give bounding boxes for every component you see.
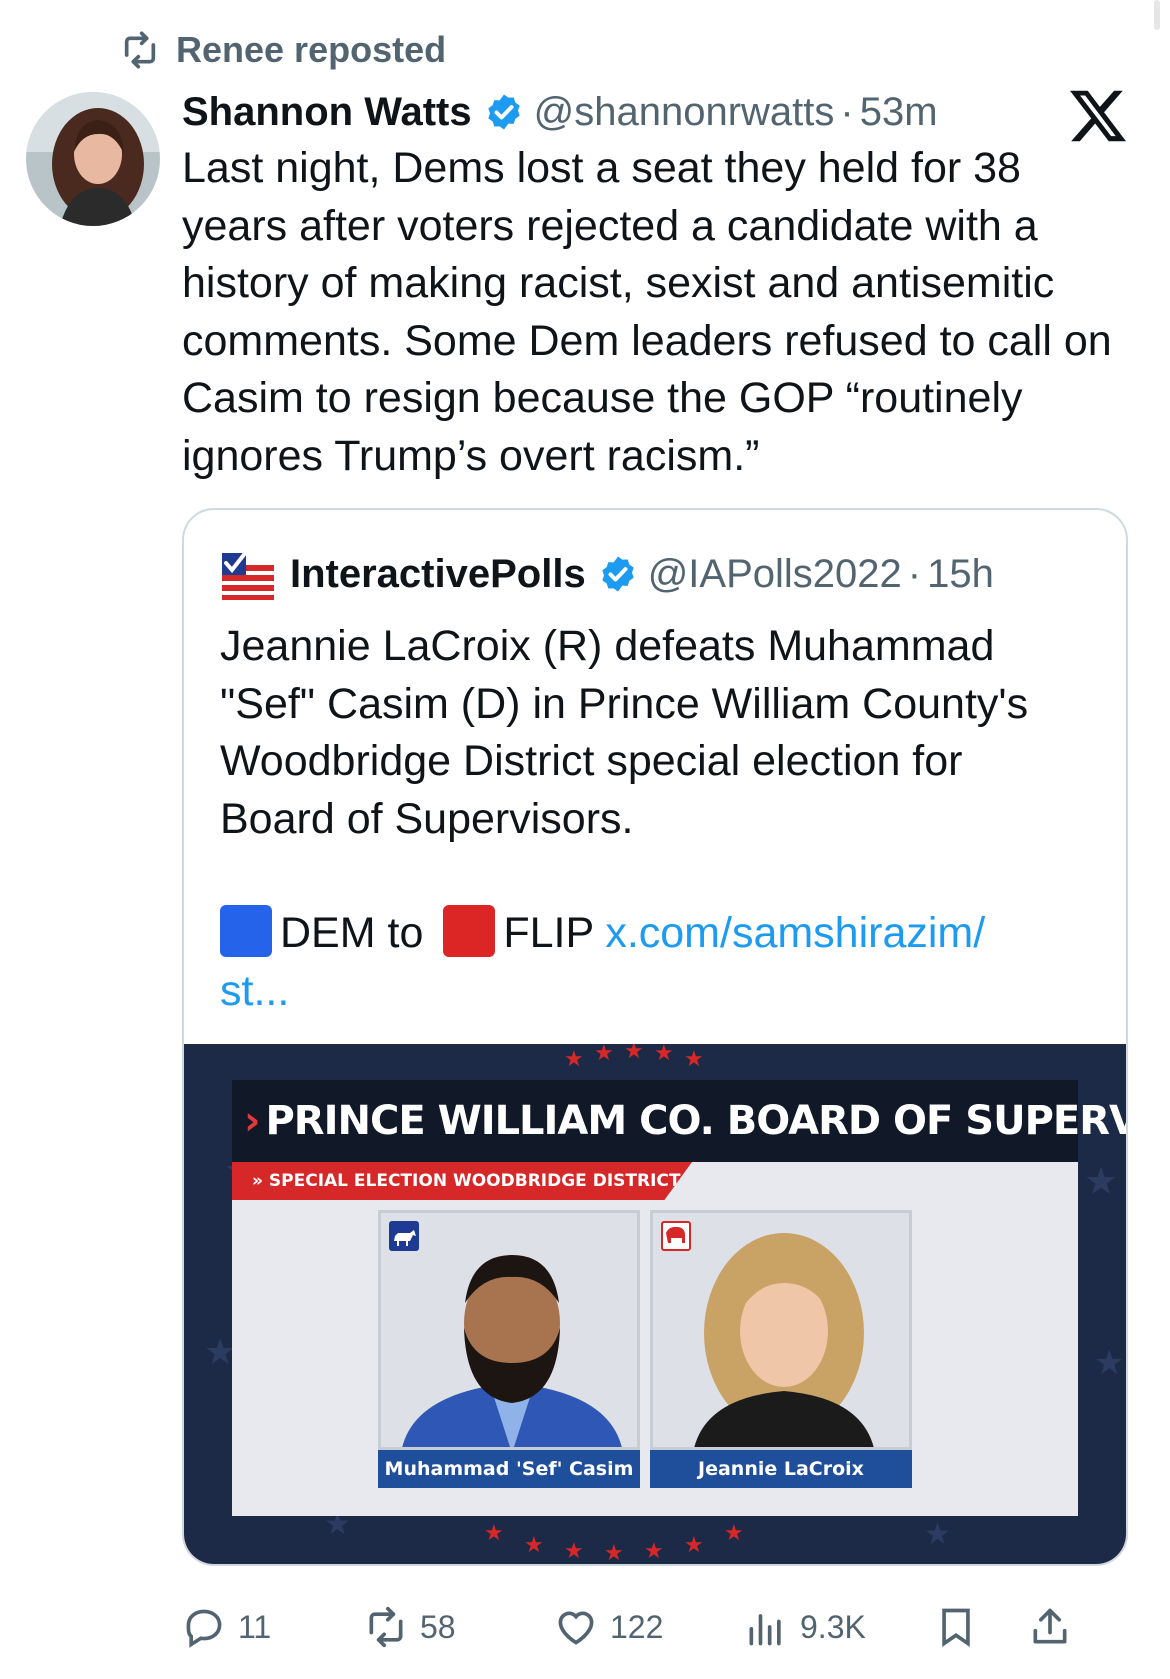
panel-subtitle: » SPECIAL ELECTION WOODBRIDGE DISTRICT [232,1162,692,1200]
candidate-name-left: Muhammad 'Sef' Casim [378,1450,640,1488]
share-button[interactable] [1028,1602,1072,1652]
svg-text:★: ★ [684,1046,704,1071]
quote-link[interactable]: x.com/samshirazim/ [605,909,985,957]
quote-link-cont[interactable]: st... [220,963,1080,1021]
verified-badge-icon [487,94,520,130]
reply-count: 11 [238,1608,272,1645]
svg-text:★: ★ [564,1538,584,1563]
quote-author-name[interactable]: InteractivePolls [290,552,586,597]
heart-icon [558,1611,594,1645]
repost-label: Renee reposted [176,29,447,70]
flip-text: FLIP [503,909,594,957]
candidate-name-right: Jeannie LaCroix [650,1450,912,1488]
candidate-photo-right [650,1210,912,1450]
red-square-icon [443,905,496,957]
separator-dot: · [907,551,922,596]
svg-text:★: ★ [594,1044,614,1065]
svg-text:★: ★ [604,1540,624,1565]
tweet-header: Shannon Watts @shannonrwatts · 53m [182,84,938,140]
views-count: 9.3K [800,1608,866,1645]
tweet-text: Last night, Dems lost a seat they held f… [182,144,1112,480]
quote-author-handle[interactable]: @IAPolls2022 [648,552,902,597]
scrollbar[interactable] [1154,0,1160,30]
election-panel: ›PRINCE WILLIAM CO. BOARD OF SUPERVISOR … [232,1080,1126,1516]
reply-button[interactable]: 11 [182,1602,271,1652]
reply-icon [186,1609,222,1648]
panel-title: ›PRINCE WILLIAM CO. BOARD OF SUPERVISOR [232,1080,1126,1162]
repost-icon [124,31,156,69]
svg-text:★: ★ [654,1044,674,1065]
quote-text-block: Jeannie LaCroix (R) defeats Muhammad "Se… [220,618,1080,1020]
flip-dem-text: DEM to [280,909,424,957]
bookmark-icon [942,1608,970,1647]
svg-text:★: ★ [924,1518,951,1551]
repost-button[interactable]: 58 [364,1602,456,1652]
repost-context: Renee reposted [118,28,446,72]
like-count: 122 [610,1608,664,1645]
quote-time[interactable]: 15h [927,552,994,597]
svg-text:★: ★ [624,1044,644,1063]
blue-square-icon [220,905,272,957]
bookmark-button[interactable] [934,1602,978,1652]
action-bar: 11 58 122 9.3K [182,1602,1082,1652]
svg-text:★: ★ [1084,1161,1118,1203]
quote-tweet[interactable]: InteractivePolls @IAPolls2022 · 15h Jean… [182,508,1128,1566]
flag-checkbox-icon [222,550,274,600]
verified-badge-icon [602,556,634,592]
author-handle[interactable]: @shannonrwatts [534,90,835,135]
separator-dot: · [840,89,854,134]
views-chart-icon [749,1614,781,1646]
svg-text:★: ★ [564,1046,584,1071]
repost-count: 58 [420,1608,456,1645]
share-icon [1033,1608,1067,1644]
flip-line: DEM to FLIP x.com/samshirazim/ [220,905,1080,963]
quote-text: Jeannie LaCroix (R) defeats Muhammad "Se… [220,622,1029,843]
views-button[interactable]: 9.3K [744,1602,866,1652]
x-logo-icon [1070,90,1126,142]
svg-text:★: ★ [524,1532,544,1557]
repost-icon [369,1606,403,1648]
author-name[interactable]: Shannon Watts [182,90,472,135]
svg-text:★: ★ [1094,1344,1124,1382]
republican-elephant-icon [661,1221,691,1251]
democrat-donkey-icon [389,1221,419,1251]
tweet-time[interactable]: 53m [860,90,938,135]
media-image[interactable]: ★★ ★★ ★★ ★★★★★ ★★★★★★★ ›PRINCE WILLIAM C… [184,1044,1126,1565]
avatar[interactable] [26,92,160,226]
quote-header: InteractivePolls @IAPolls2022 · 15h [218,548,994,600]
like-button[interactable]: 122 [554,1602,663,1652]
svg-text:★: ★ [684,1532,704,1557]
candidate-photo-left [378,1210,640,1450]
svg-text:★: ★ [724,1520,744,1545]
svg-text:★: ★ [484,1520,504,1545]
svg-text:★: ★ [644,1538,664,1563]
